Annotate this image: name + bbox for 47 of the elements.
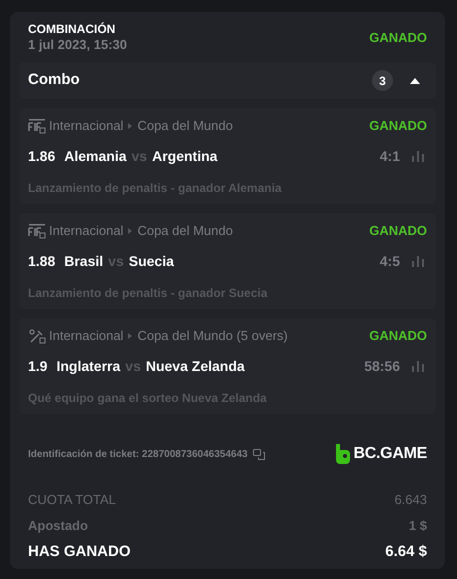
- brand-name: BC.GAME: [354, 444, 427, 464]
- category-label: Internacional: [49, 327, 124, 345]
- category-label: Internacional: [49, 222, 124, 240]
- odds-value: 1.86: [28, 146, 56, 166]
- stats-icon[interactable]: [412, 256, 425, 266]
- status-label: GANADO: [369, 327, 427, 345]
- home-team: Inglaterra: [56, 356, 120, 376]
- brand-logo-icon: [336, 444, 350, 464]
- away-team: Suecia: [128, 252, 175, 270]
- total-value: 6.64 $: [385, 542, 427, 562]
- odds-value: 1.9: [28, 356, 48, 376]
- chevron-icon: [128, 122, 132, 129]
- stats-icon[interactable]: [412, 360, 425, 372]
- chevron-icon: [128, 228, 132, 234]
- league-label: Copa del Mundo: [137, 222, 233, 240]
- odds-value: 1.88: [28, 252, 56, 270]
- score-value: 4:1: [380, 146, 400, 166]
- copy-icon[interactable]: [252, 448, 265, 460]
- league-label: Copa del Mundo: [137, 117, 233, 135]
- combo-header[interactable]: Combo 3: [19, 62, 436, 99]
- caret-icon[interactable]: [410, 78, 420, 84]
- away-team: Argentina: [152, 146, 218, 166]
- status-label: GANADO: [369, 28, 427, 47]
- home-team: Alemania: [64, 146, 126, 166]
- home-team: Brasil: [64, 252, 104, 270]
- total-label: Apostado: [28, 517, 88, 536]
- total-value: 1 $: [408, 517, 427, 536]
- ticket-id: Identificación de ticket: 2287008736046354643: [28, 448, 248, 462]
- away-team: Nueva Zelanda: [146, 356, 246, 376]
- category-label: Internacional: [49, 117, 124, 135]
- bet-date: 1 jul 2023, 15:30: [28, 37, 128, 53]
- score-value: 4:5: [380, 252, 400, 270]
- fifa-logo-icon: [28, 222, 46, 239]
- count-badge: 3: [372, 70, 393, 91]
- score-value: 58:56: [364, 356, 400, 376]
- total-value: 6.643: [394, 491, 427, 510]
- status-label: GANADO: [369, 222, 427, 240]
- stats-icon[interactable]: [412, 150, 425, 162]
- status-label: GANADO: [369, 117, 427, 135]
- league-label: Copa del Mundo (5 overs): [137, 327, 288, 345]
- fifa-logo-icon: [28, 118, 46, 134]
- chevron-icon: [128, 332, 132, 339]
- total-label: HAS GANADO: [28, 542, 131, 562]
- cricket-bat-icon: [28, 328, 46, 344]
- total-label: CUOTA TOTAL: [28, 491, 116, 510]
- bet-type-title: COMBINACIÓN: [28, 22, 116, 37]
- combo-label: Combo: [28, 70, 81, 90]
